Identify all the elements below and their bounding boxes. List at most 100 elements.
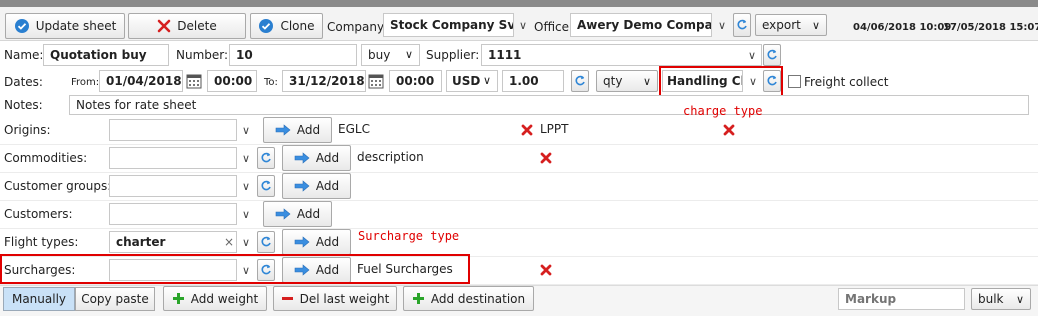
- currency-select[interactable]: USD ∨: [446, 70, 498, 92]
- company-label: Company: [327, 20, 385, 34]
- chevron-down-icon[interactable]: ∨: [237, 231, 255, 253]
- refresh-icon[interactable]: [763, 44, 781, 66]
- customers-input[interactable]: [109, 203, 237, 225]
- add-label: Add: [315, 151, 340, 165]
- from-label: From:: [71, 77, 100, 88]
- commodities-add-button[interactable]: Add: [282, 145, 351, 171]
- chevron-down-icon[interactable]: ∨: [713, 14, 731, 36]
- supplier-select[interactable]: 1111: [481, 44, 762, 66]
- commodities-input[interactable]: [109, 147, 237, 169]
- chevron-down-icon[interactable]: ∨: [237, 119, 255, 141]
- number-input[interactable]: 10: [229, 44, 357, 66]
- row-divider: [0, 228, 1038, 229]
- row-divider: [0, 172, 1038, 173]
- arrow-right-icon: [294, 236, 310, 248]
- window-top-band: [0, 0, 1038, 7]
- chevron-down-icon[interactable]: ∨: [237, 175, 255, 197]
- notes-input[interactable]: Notes for rate sheet: [69, 95, 1029, 115]
- markup-input[interactable]: [838, 288, 965, 310]
- del-last-weight-button[interactable]: Del last weight: [273, 286, 397, 311]
- calendar-icon[interactable]: [186, 73, 202, 89]
- chevron-down-icon[interactable]: ∨: [237, 203, 255, 225]
- manually-tab[interactable]: Manually: [3, 287, 75, 311]
- timestamp-modified: 04/06/2018 10:09: [853, 22, 952, 33]
- charge-type-annotation: charge type: [683, 104, 763, 118]
- to-label: To:: [264, 77, 278, 88]
- add-destination-label: Add destination: [430, 291, 526, 306]
- to-time-input[interactable]: 00:00: [389, 70, 442, 92]
- buy-select[interactable]: buy ∨: [361, 44, 420, 66]
- remove-icon[interactable]: [723, 124, 735, 136]
- chevron-down-icon: ∨: [642, 74, 651, 88]
- arrow-right-icon: [294, 180, 310, 192]
- del-last-weight-label: Del last weight: [299, 291, 390, 306]
- add-label: Add: [296, 123, 321, 137]
- chevron-down-icon: ∨: [1015, 292, 1024, 306]
- flight-types-add-button[interactable]: Add: [282, 229, 351, 255]
- row-divider: [0, 200, 1038, 201]
- customer-groups-add-button[interactable]: Add: [282, 173, 351, 199]
- customer-groups-input[interactable]: [109, 175, 237, 197]
- minus-icon: [281, 297, 293, 300]
- add-label: Add: [315, 235, 340, 249]
- add-destination-button[interactable]: Add destination: [403, 286, 534, 311]
- copy-paste-tab[interactable]: Copy paste: [75, 287, 155, 311]
- timestamp-created: 17/05/2018 15:07: [943, 22, 1038, 33]
- clear-icon[interactable]: ×: [224, 234, 234, 250]
- flight-types-input[interactable]: charter: [109, 231, 237, 253]
- arrow-right-icon: [294, 152, 310, 164]
- currency-value: USD: [452, 74, 481, 88]
- chevron-down-icon[interactable]: ∨: [743, 44, 761, 66]
- rate-input[interactable]: 1.00: [502, 70, 564, 92]
- buy-value: buy: [368, 48, 391, 62]
- remove-icon[interactable]: [540, 152, 552, 164]
- origins-input[interactable]: [109, 119, 237, 141]
- check-icon: [259, 19, 274, 33]
- customers-add-button[interactable]: Add: [263, 201, 332, 227]
- flight-types-label: Flight types:: [4, 235, 79, 249]
- plus-icon: [172, 293, 184, 304]
- refresh-icon[interactable]: [571, 70, 589, 92]
- delete-x-icon: [157, 19, 171, 33]
- add-weight-button[interactable]: Add weight: [163, 286, 267, 311]
- surcharge-highlight: [0, 254, 470, 284]
- to-date-input[interactable]: 31/12/2018: [282, 70, 366, 92]
- customers-label: Customers:: [4, 207, 73, 221]
- customer-groups-label: Customer groups:: [4, 179, 112, 193]
- company-select[interactable]: Stock Company Sveta: [383, 13, 514, 37]
- bulk-select[interactable]: bulk ∨: [971, 288, 1031, 310]
- refresh-icon[interactable]: [257, 147, 275, 169]
- chevron-down-icon[interactable]: ∨: [237, 147, 255, 169]
- commodities-label: Commodities:: [4, 151, 88, 165]
- office-select[interactable]: Awery Demo Company: [570, 13, 712, 37]
- remove-icon[interactable]: [540, 264, 552, 276]
- origins-add-button[interactable]: Add: [263, 117, 332, 143]
- unit-select[interactable]: qty ∨: [596, 70, 658, 92]
- export-select[interactable]: export ∨: [755, 14, 827, 36]
- origins-label: Origins:: [4, 123, 51, 137]
- freight-collect-checkbox[interactable]: [788, 75, 801, 88]
- delete-label: Delete: [177, 19, 217, 33]
- name-input[interactable]: Quotation buy: [43, 44, 169, 66]
- from-time-input[interactable]: 00:00: [207, 70, 257, 92]
- office-label: Office:: [534, 20, 574, 34]
- dates-label: Dates:: [4, 75, 43, 89]
- number-label: Number:: [176, 48, 229, 62]
- clone-button[interactable]: Clone: [250, 13, 323, 39]
- delete-button[interactable]: Delete: [128, 13, 246, 39]
- refresh-icon[interactable]: [257, 175, 275, 197]
- remove-icon[interactable]: [521, 124, 533, 136]
- chevron-down-icon[interactable]: ∨: [514, 14, 532, 36]
- from-date-input[interactable]: 01/04/2018: [99, 70, 183, 92]
- selected-tag: description: [357, 150, 424, 164]
- add-label: Add: [296, 207, 321, 221]
- freight-collect-label: Freight collect: [804, 75, 889, 89]
- add-label: Add: [315, 179, 340, 193]
- chevron-down-icon: ∨: [482, 74, 491, 87]
- calendar-icon[interactable]: [368, 73, 384, 89]
- plus-icon: [412, 293, 424, 304]
- refresh-icon[interactable]: [257, 231, 275, 253]
- update-sheet-button[interactable]: Update sheet: [5, 13, 125, 39]
- refresh-icon[interactable]: [733, 13, 751, 37]
- add-weight-label: Add weight: [190, 291, 259, 306]
